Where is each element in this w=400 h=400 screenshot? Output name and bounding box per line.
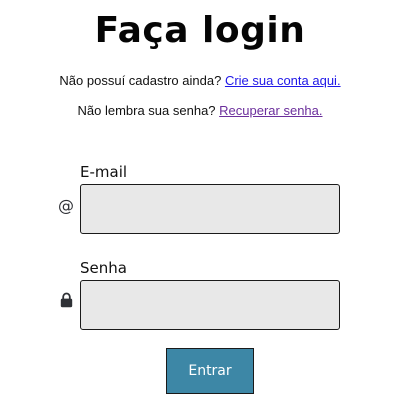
password-label: Senha	[80, 259, 127, 277]
signup-line: Não possuí cadastro ainda? Crie sua cont…	[0, 73, 400, 89]
email-label: E-mail	[80, 163, 128, 181]
recover-prompt: Não lembra sua senha?	[77, 103, 216, 118]
signup-prompt: Não possuí cadastro ainda?	[59, 73, 222, 88]
lock-icon	[57, 290, 75, 310]
password-field[interactable]	[80, 280, 340, 330]
page-title: Faça login	[94, 10, 306, 51]
email-field[interactable]	[80, 184, 340, 234]
recover-password-link[interactable]: Recuperar senha.	[219, 103, 322, 118]
signup-link[interactable]: Crie sua conta aqui.	[225, 73, 341, 88]
at-sign-icon: @	[58, 196, 74, 215]
login-button[interactable]: Entrar	[166, 348, 254, 394]
recover-line: Não lembra sua senha? Recuperar senha.	[0, 103, 400, 119]
